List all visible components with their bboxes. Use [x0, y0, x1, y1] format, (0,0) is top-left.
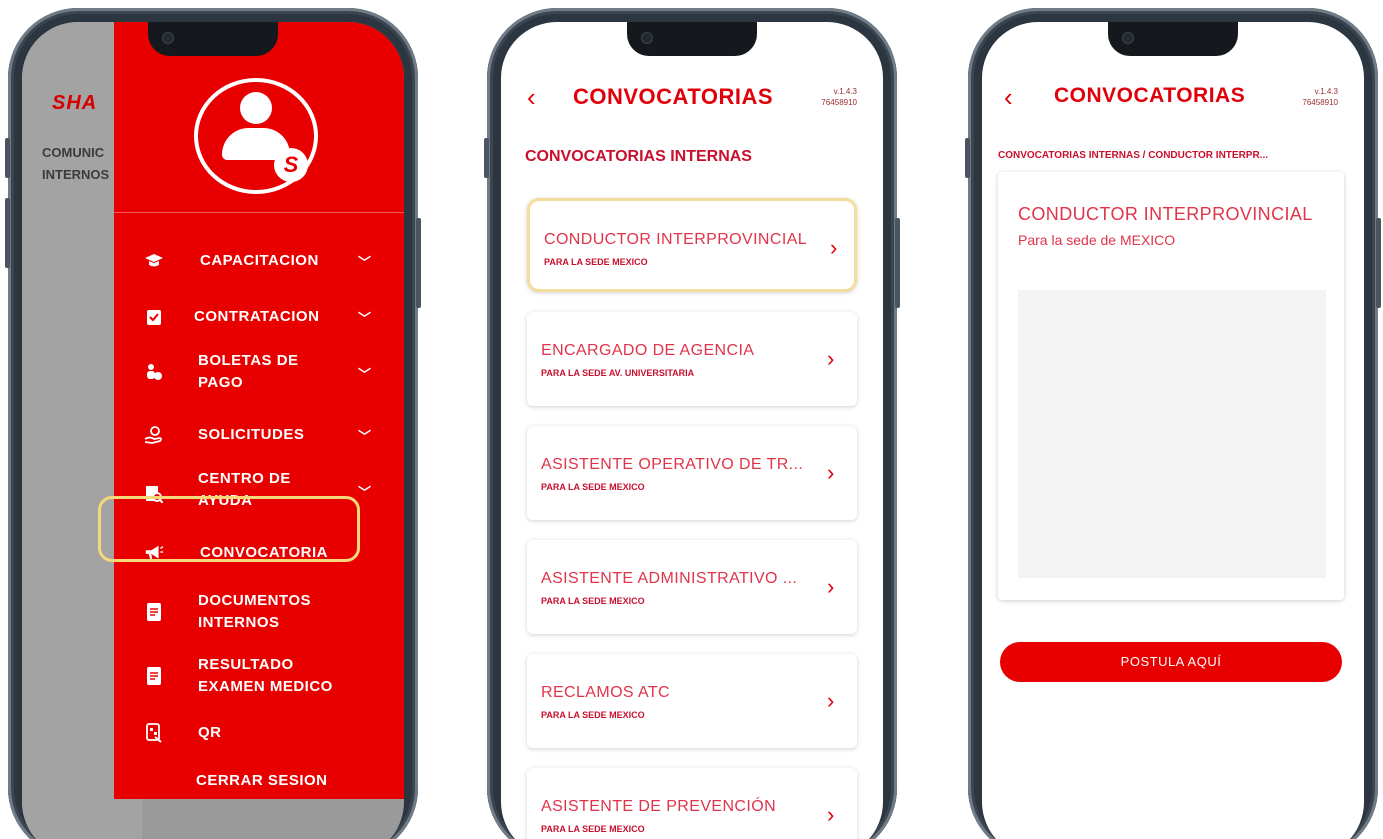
job-subtitle: PARA LA SEDE MEXICO	[544, 257, 648, 267]
version-info: v.1.4.3 76458910	[1278, 86, 1338, 108]
phone-notch	[627, 22, 757, 56]
job-card[interactable]: ASISTENTE ADMINISTRATIVO ... PARA LA SED…	[527, 540, 857, 634]
menu-item-label: BOLETAS DE PAGO	[198, 352, 299, 391]
avatar-head	[240, 92, 272, 124]
brand-badge-icon: S	[274, 148, 308, 182]
chevron-right-icon: ›	[827, 688, 835, 713]
chevron-down-icon[interactable]: ﹀	[358, 426, 371, 445]
phone-side-button	[965, 138, 970, 178]
phone-side-button	[1376, 218, 1381, 308]
menu-item-qr[interactable]: QR	[114, 718, 384, 748]
job-title: CONDUCTOR INTERPROVINCIAL	[544, 231, 808, 248]
job-title: ASISTENTE ADMINISTRATIVO ...	[541, 570, 798, 587]
camera-icon	[162, 32, 174, 44]
chevron-down-icon[interactable]: ﹀	[358, 482, 371, 501]
menu-item-resultado-examen-medico[interactable]: RESULTADO EXAMEN MEDICO	[114, 652, 384, 702]
chevron-right-icon: ›	[827, 802, 835, 827]
phone-side-button	[5, 138, 10, 178]
phone-screen: SHA COMUNIC INTERNOS S CAPACITACION ﹀ CO…	[22, 22, 404, 839]
phone-side-button	[416, 218, 421, 308]
job-subtitle: PARA LA SEDE MEXICO	[541, 482, 645, 492]
page-title: CONVOCATORIAS	[1054, 84, 1246, 107]
job-title: ASISTENTE OPERATIVO DE TR...	[541, 456, 804, 473]
version-label: v.1.4.3	[833, 87, 857, 96]
job-card[interactable]: ENCARGADO DE AGENCIA PARA LA SEDE AV. UN…	[527, 312, 857, 406]
job-subtitle: PARA LA SEDE MEXICO	[541, 824, 645, 834]
brand-logo: SHA	[52, 92, 98, 114]
menu-item-contratacion[interactable]: CONTRATACION ﹀	[114, 302, 384, 332]
job-title: RECLAMOS ATC	[541, 684, 670, 701]
hand-request-icon	[144, 425, 164, 445]
chevron-right-icon: ›	[827, 346, 835, 371]
back-arrow-icon[interactable]: ‹	[1004, 82, 1026, 112]
background-text: COMUNIC INTERNOS	[42, 142, 109, 186]
graduation-cap-icon	[144, 251, 164, 271]
job-detail-subtitle: Para la sede de MEXICO	[1018, 232, 1176, 248]
clipboard-check-icon	[144, 307, 164, 327]
job-detail-content	[1018, 290, 1326, 578]
medical-document-icon	[144, 666, 164, 686]
job-subtitle: PARA LA SEDE AV. UNIVERSITARIA	[541, 368, 695, 378]
job-card[interactable]: CONDUCTOR INTERPROVINCIAL PARA LA SEDE M…	[527, 198, 857, 292]
menu-item-label: CONTRATACION	[194, 308, 320, 325]
phone-mockup-list: ‹ CONVOCATORIAS v.1.4.3 76458910 CONVOCA…	[484, 8, 900, 839]
background-text-line: COMUNIC	[42, 145, 105, 160]
phone-screen: ‹ CONVOCATORIAS v.1.4.3 76458910 CONVOCA…	[501, 22, 883, 839]
chevron-down-icon[interactable]: ﹀	[358, 252, 371, 271]
phone-notch	[148, 22, 278, 56]
job-subtitle: PARA LA SEDE MEXICO	[541, 596, 645, 606]
side-drawer: S CAPACITACION ﹀ CONTRATACION ﹀ BOLETAS …	[114, 22, 404, 799]
chevron-right-icon: ›	[827, 460, 835, 485]
drawer-divider	[114, 212, 404, 213]
camera-icon	[641, 32, 653, 44]
phone-mockup-detail: ‹ CONVOCATORIAS v.1.4.3 76458910 CONVOCA…	[965, 8, 1381, 839]
chevron-right-icon: ›	[827, 574, 835, 599]
menu-item-label: RESULTADO EXAMEN MEDICO	[198, 656, 333, 695]
highlight-outline	[98, 496, 360, 562]
menu-item-documentos-internos[interactable]: DOCUMENTOS INTERNOS	[114, 588, 384, 638]
chevron-down-icon[interactable]: ﹀	[358, 308, 371, 327]
logout-button[interactable]: CERRAR SESION	[114, 766, 384, 796]
version-label: v.1.4.3	[1314, 87, 1338, 96]
chevron-down-icon[interactable]: ﹀	[358, 364, 371, 383]
menu-item-label: DOCUMENTOS INTERNOS	[198, 592, 312, 631]
job-title: ASISTENTE DE PREVENCIÓN	[541, 798, 777, 815]
qr-icon	[144, 723, 164, 743]
menu-item-boletas-de-pago[interactable]: BOLETAS DE PAGO ﹀	[114, 348, 384, 398]
background-text-line: INTERNOS	[42, 167, 110, 182]
camera-icon	[1122, 32, 1134, 44]
page-title: CONVOCATORIAS	[573, 84, 774, 109]
job-detail-card: CONDUCTOR INTERPROVINCIAL Para la sede d…	[998, 172, 1344, 600]
job-detail-title: CONDUCTOR INTERPROVINCIAL	[1018, 204, 1313, 224]
section-title: CONVOCATORIAS INTERNAS	[525, 148, 752, 165]
version-info: v.1.4.3 76458910	[797, 86, 857, 108]
phone-mockup-menu: SHA COMUNIC INTERNOS S CAPACITACION ﹀ CO…	[5, 8, 421, 839]
phone-screen: ‹ CONVOCATORIAS v.1.4.3 76458910 CONVOCA…	[982, 22, 1364, 839]
document-icon	[144, 602, 164, 622]
menu-item-solicitudes[interactable]: SOLICITUDES ﹀	[114, 420, 384, 450]
menu-item-label: QR	[198, 724, 222, 741]
user-code: 76458910	[1302, 98, 1338, 107]
job-card[interactable]: RECLAMOS ATC PARA LA SEDE MEXICO ›	[527, 654, 857, 748]
job-card[interactable]: ASISTENTE OPERATIVO DE TR... PARA LA SED…	[527, 426, 857, 520]
payslip-icon	[144, 362, 164, 382]
job-subtitle: PARA LA SEDE MEXICO	[541, 710, 645, 720]
job-card[interactable]: ASISTENTE DE PREVENCIÓN PARA LA SEDE MEX…	[527, 768, 857, 839]
menu-item-label: SOLICITUDES	[198, 426, 305, 443]
breadcrumb: CONVOCATORIAS INTERNAS / CONDUCTOR INTER…	[998, 150, 1269, 161]
user-avatar-icon[interactable]: S	[194, 78, 318, 194]
menu-item-capacitacion[interactable]: CAPACITACION ﹀	[114, 246, 384, 276]
phone-side-button	[895, 218, 900, 308]
phone-side-button	[484, 138, 489, 178]
apply-button[interactable]: POSTULA AQUÍ	[1000, 642, 1342, 682]
phone-side-button	[5, 198, 10, 268]
job-title: ENCARGADO DE AGENCIA	[541, 342, 755, 359]
phone-notch	[1108, 22, 1238, 56]
back-arrow-icon[interactable]: ‹	[527, 82, 549, 112]
user-code: 76458910	[821, 98, 857, 107]
chevron-right-icon: ›	[830, 235, 838, 260]
menu-item-label: CAPACITACION	[200, 252, 319, 269]
menu-item-label: CERRAR SESION	[196, 772, 328, 789]
